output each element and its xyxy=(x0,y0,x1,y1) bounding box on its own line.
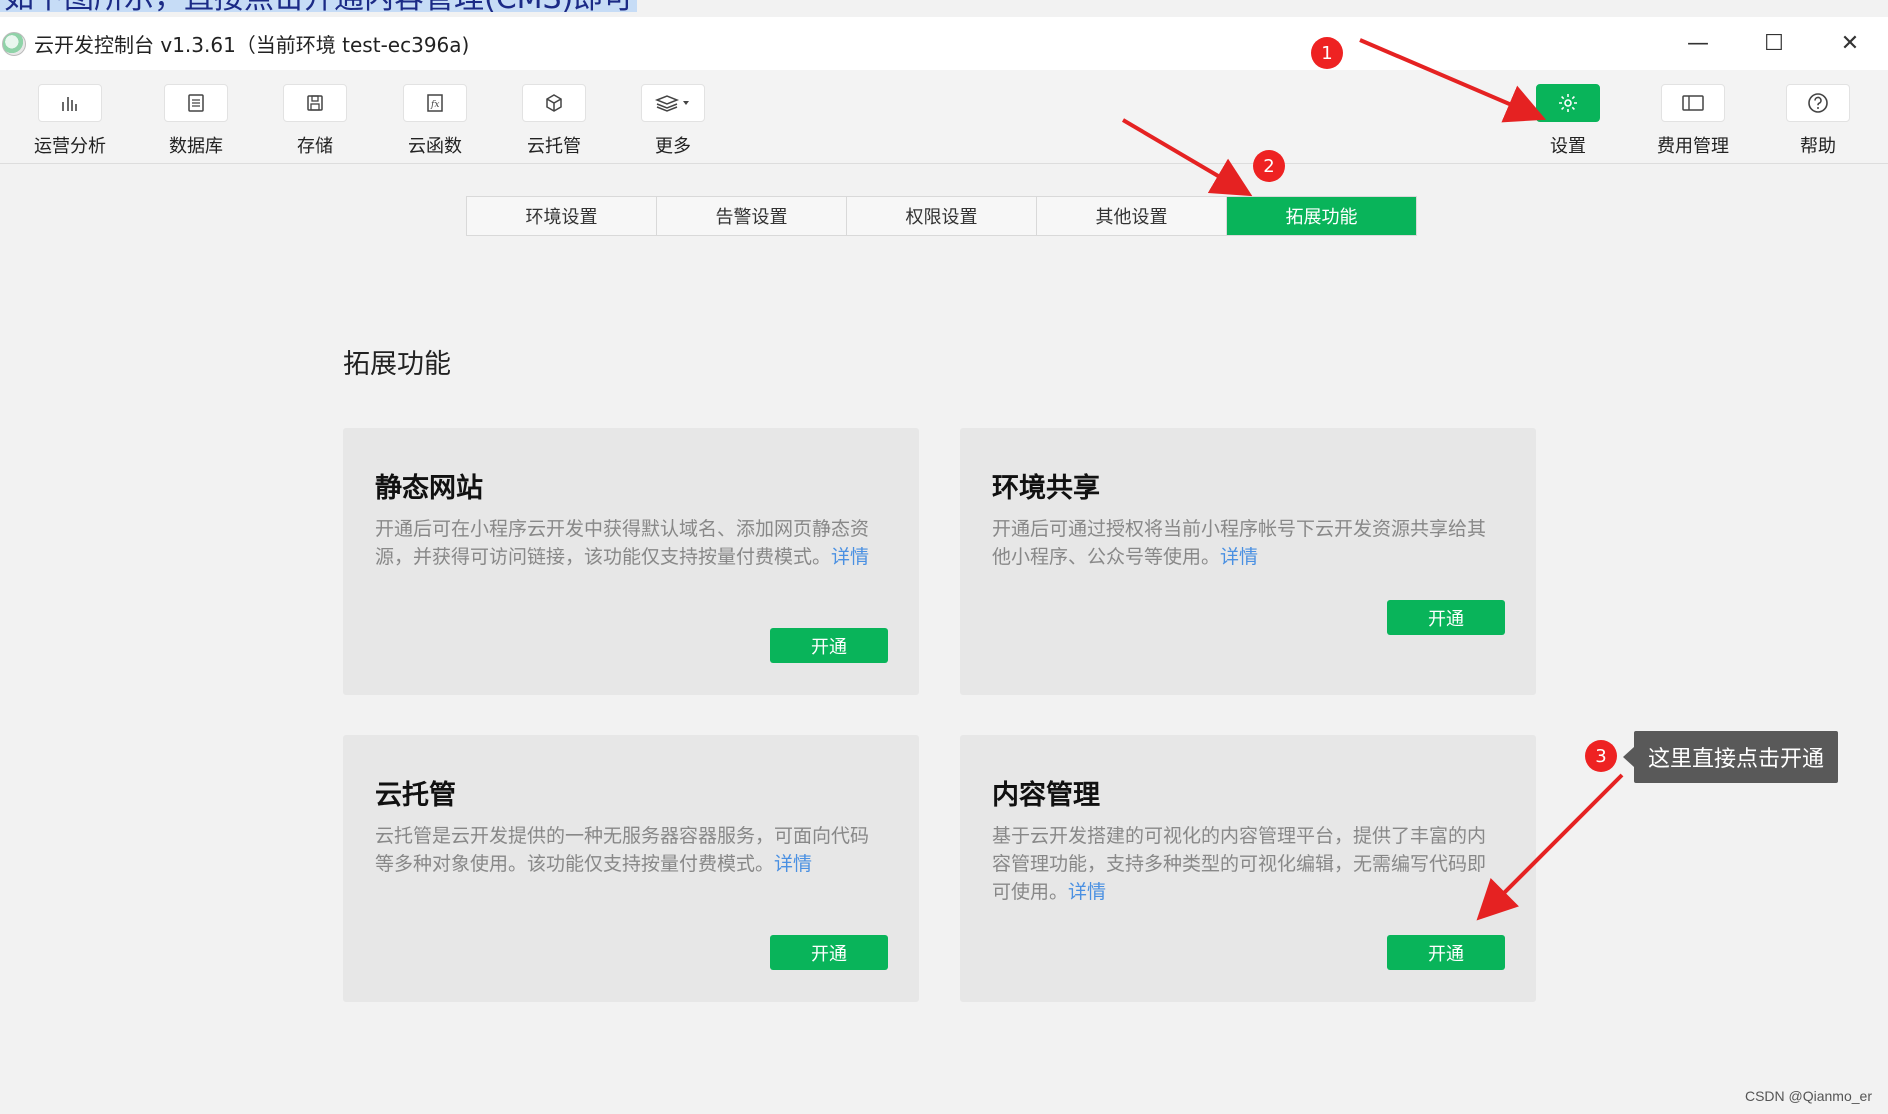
step-badge-3: 3 xyxy=(1585,740,1617,772)
step-badge-2: 2 xyxy=(1253,150,1285,182)
watermark: CSDN @Qianmo_er xyxy=(1744,1088,1872,1104)
arrow-to-settings xyxy=(1359,38,1547,123)
arrow-to-enable-button xyxy=(1476,773,1624,921)
step-badge-1: 1 xyxy=(1311,37,1343,69)
arrow-to-extensions-tab xyxy=(1121,118,1253,197)
annotation-callout: 这里直接点击开通 xyxy=(1623,731,1838,783)
annotation-arrows xyxy=(1121,38,1624,921)
